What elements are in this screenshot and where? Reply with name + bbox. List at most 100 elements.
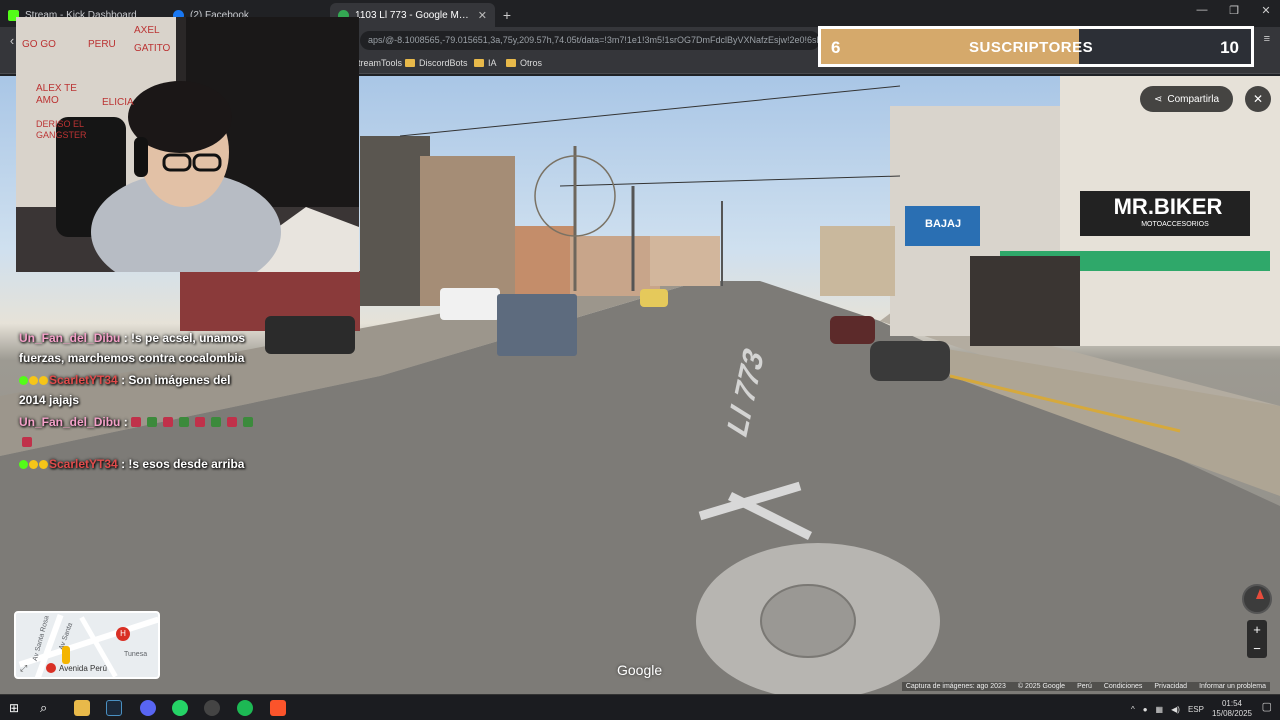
folder-icon	[405, 59, 415, 67]
mr-biker-sign: MR.BIKER	[1113, 194, 1223, 219]
url-bar[interactable]: aps/@-8.1008565,-79.015651,3a,75y,209.57…	[360, 31, 820, 50]
minimap-area-label: Tunesa	[124, 651, 148, 658]
chat-username: ScarletYT34	[49, 457, 118, 471]
chat-message: Un_Fan_del_Dibu :	[19, 412, 259, 452]
microphone-icon[interactable]: ●	[1143, 705, 1148, 714]
bookmark-label: treamTools	[358, 58, 403, 68]
chat-emote-icon	[210, 417, 221, 427]
obs-icon[interactable]	[204, 700, 220, 716]
discord-icon[interactable]	[140, 700, 156, 716]
chat-username: Un_Fan_del_Dibu	[19, 415, 121, 429]
mr-biker-subsign: MOTOACCESORIOS	[1141, 221, 1209, 228]
chat-emote-icon	[162, 417, 173, 427]
bookmark-label: DiscordBots	[419, 58, 468, 68]
wall-note: PERU	[88, 39, 116, 50]
wall-note: DERISO EL GANGSTER	[36, 119, 87, 140]
imagery-date: Captura de imágenes: ago 2023	[905, 683, 1006, 690]
windows-start-icon[interactable]: ⊞	[9, 700, 25, 716]
bookmark-label: Otros	[520, 58, 543, 68]
pegman-icon[interactable]	[62, 646, 70, 664]
folder-icon	[506, 59, 516, 67]
chat-emote-icon	[146, 417, 157, 427]
minimap[interactable]: Av Santa Tunesa Av Santa Rosa H Avenida …	[14, 611, 160, 679]
subscriber-current: 6	[831, 38, 841, 57]
zoom-control: + −	[1247, 620, 1267, 658]
whatsapp-icon[interactable]	[172, 700, 188, 716]
restore-button[interactable]: ❐	[1218, 4, 1250, 17]
wall-note: ALEX TE AMO	[36, 83, 77, 106]
folder-icon	[474, 59, 484, 67]
bajaj-sign: BAJAJ	[925, 218, 962, 230]
chat-message: ScarletYT34 : !s esos desde arriba	[19, 454, 259, 474]
network-icon[interactable]: ▦	[1156, 705, 1164, 714]
close-window-button[interactable]: ✕	[1250, 4, 1280, 17]
compass-icon[interactable]	[1242, 584, 1272, 614]
hospital-icon: H	[116, 627, 130, 641]
privacy-link[interactable]: Privacidad	[1154, 683, 1187, 690]
chat-message: Un_Fan_del_Dibu : !s pe acsel, unamos fu…	[19, 328, 259, 368]
chat-badge-icon	[29, 376, 38, 385]
report-problem-link[interactable]: Informar un problema	[1199, 683, 1266, 690]
chat-emote-icon	[226, 417, 237, 427]
bookmark-otros[interactable]: Otros	[506, 58, 542, 68]
taskbar: ⊞ ⌕ ^ ● ▦ ◀) ESP 01:54 15/08/2025 ▢	[0, 694, 1280, 720]
clock[interactable]: 01:54 15/08/2025	[1212, 699, 1252, 719]
chat-badge-icon	[29, 460, 38, 469]
search-icon[interactable]: ⌕	[40, 700, 56, 716]
clock-date: 15/08/2025	[1211, 709, 1252, 718]
chat-emote-icon	[194, 417, 205, 427]
bookmark-discordbots[interactable]: DiscordBots	[405, 58, 468, 68]
chat-emote-icon	[242, 417, 253, 427]
share-icon: ⋖	[1153, 93, 1163, 105]
tray-caret-icon[interactable]: ^	[1131, 705, 1135, 714]
volume-icon[interactable]: ◀)	[1171, 705, 1180, 714]
subscriber-goal-bar: 6 SUSCRIPTORES 10	[818, 26, 1254, 67]
wall-note: GATITO	[134, 43, 171, 54]
webcam-overlay: GO GO PERU GATITO AXEL ALEX TE AMO ELICI…	[16, 17, 359, 272]
close-street-view-button[interactable]: ✕	[1245, 86, 1271, 112]
file-explorer-icon[interactable]	[74, 700, 90, 716]
screen: Stream - Kick Dashboard (2) Facebook 110…	[0, 0, 1280, 720]
chat-message: ScarletYT34 : Son imágenes del 2014 jaja…	[19, 370, 259, 410]
new-tab-button[interactable]: +	[495, 3, 519, 27]
bookmark-label: IA	[488, 58, 497, 68]
notification-icon[interactable]: ▢	[1262, 700, 1272, 713]
wall-note: GO GO	[22, 39, 56, 50]
language-indicator[interactable]: ESP	[1188, 705, 1204, 714]
wall-note: AXEL	[134, 25, 160, 36]
zoom-in-button[interactable]: +	[1247, 620, 1267, 639]
tab-close-icon[interactable]: ✕	[478, 9, 487, 22]
copyright: © 2025 Google	[1017, 683, 1066, 690]
minimize-button[interactable]: —	[1186, 4, 1218, 16]
zoom-out-button[interactable]: −	[1247, 639, 1267, 658]
share-label: Compartirla	[1167, 93, 1220, 105]
terms-link[interactable]: Condiciones	[1104, 683, 1143, 690]
chat-text: : !s esos desde arriba	[121, 457, 245, 471]
chat-badge-icon	[19, 460, 28, 469]
clock-time: 01:54	[1221, 699, 1242, 708]
chat-badge-icon	[19, 376, 28, 385]
bookmark-ia[interactable]: IA	[474, 58, 497, 68]
bookmark-streamtools[interactable]: treamTools	[358, 58, 402, 68]
share-button[interactable]: ⋖ Compartirla	[1140, 86, 1233, 112]
tab-title: 1103 Ll 773 - Google Maps	[355, 9, 472, 21]
minimap-place-label: Avenida Perú	[59, 663, 107, 673]
subscriber-label: SUSCRIPTORES	[969, 39, 1094, 56]
location-pin-icon	[46, 663, 56, 673]
brave-icon[interactable]	[270, 700, 286, 716]
minimap-place: Avenida Perú	[46, 663, 107, 673]
system-tray: ^ ● ▦ ◀) ESP 01:54 15/08/2025	[1131, 699, 1252, 719]
region-link[interactable]: Perú	[1077, 683, 1092, 690]
subscriber-goal: 10	[1220, 38, 1239, 57]
spotify-icon[interactable]	[237, 700, 253, 716]
attribution-bar: Captura de imágenes: ago 2023 © 2025 Goo…	[901, 682, 1270, 691]
google-logo: Google	[617, 662, 663, 678]
chat-username: Un_Fan_del_Dibu	[19, 331, 121, 345]
chat-overlay: Un_Fan_del_Dibu : !s pe acsel, unamos fu…	[19, 328, 259, 476]
expand-map-icon[interactable]: ⤢	[20, 663, 27, 674]
steam-icon[interactable]	[106, 700, 122, 716]
chat-username: ScarletYT34	[49, 373, 118, 387]
chat-emote-icon	[178, 417, 189, 427]
menu-icon[interactable]: ≡	[1264, 33, 1270, 46]
chat-badge-icon	[39, 376, 48, 385]
